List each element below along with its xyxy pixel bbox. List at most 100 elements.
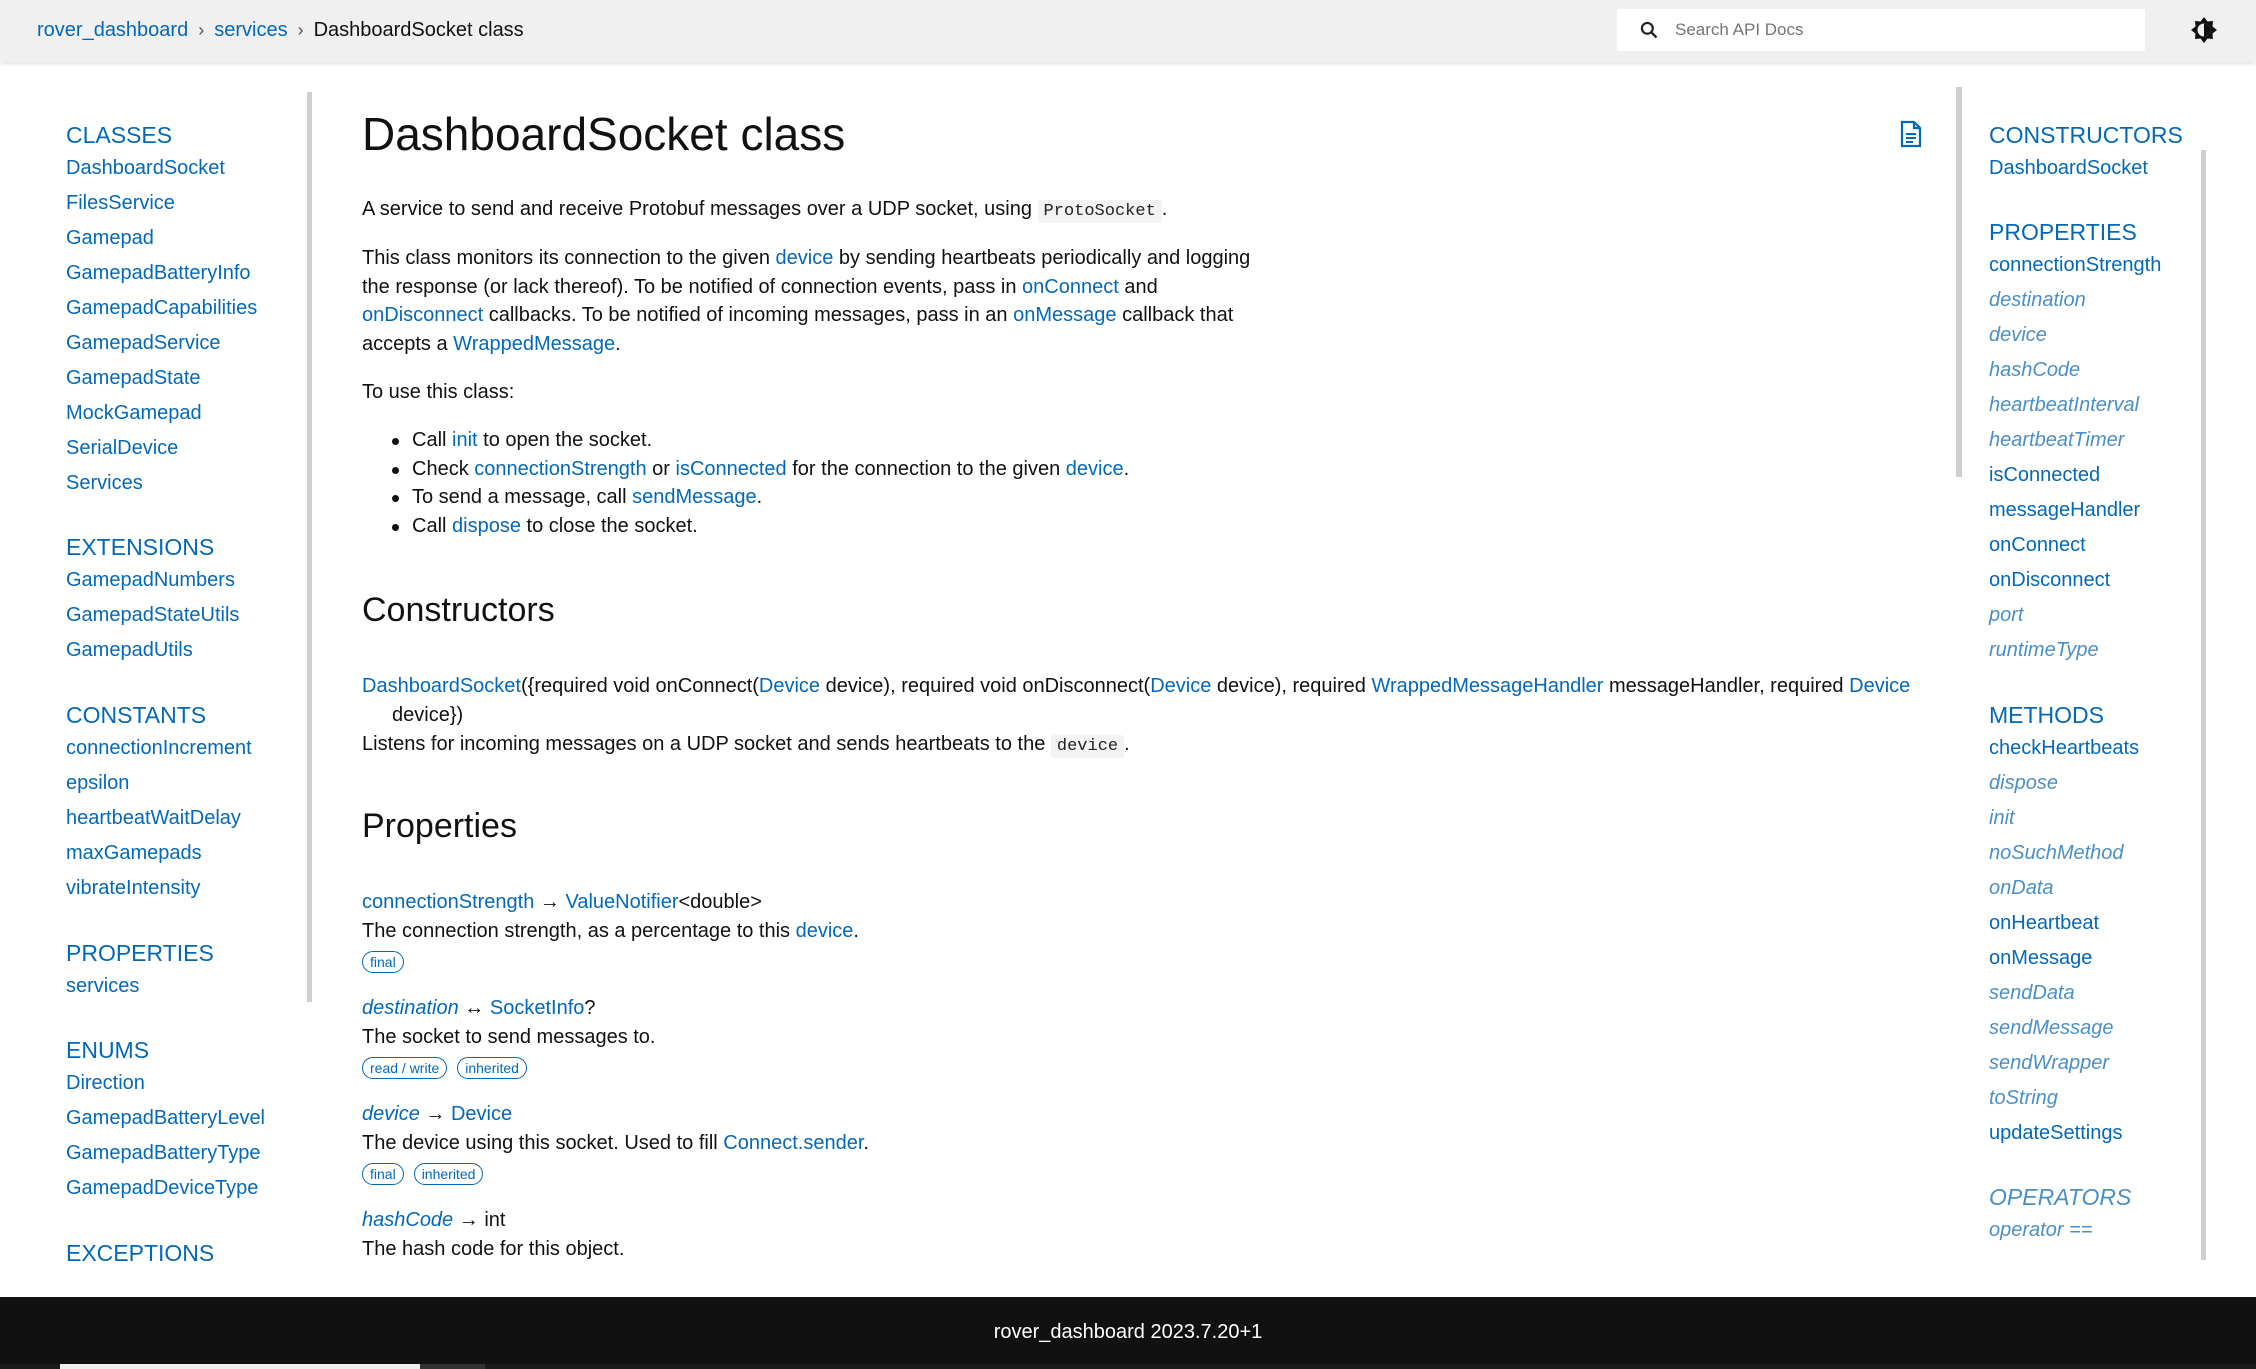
list-item: Call dispose to close the socket. [362, 512, 1129, 541]
sidebar-item-connectionincrement[interactable]: connectionIncrement [66, 737, 252, 760]
toc-item-onheartbeat[interactable]: onHeartbeat [1989, 912, 2099, 935]
sidebar-section-classes: CLASSES [66, 122, 173, 148]
sidebar-item-services[interactable]: services [66, 975, 139, 998]
arrow: ↔ [458, 997, 490, 1019]
link-type-wrappedmessagehandler[interactable]: WrappedMessageHandler [1371, 675, 1603, 697]
toc-item-checkheartbeats[interactable]: checkHeartbeats [1989, 737, 2139, 760]
search-box[interactable] [1617, 9, 2145, 51]
link-prop-destination[interactable]: destination [362, 997, 459, 1019]
sig-text: device), required [1211, 675, 1372, 697]
toc-item-hashcode[interactable]: hashCode [1989, 359, 2080, 382]
toc-item-connectionstrength[interactable]: connectionStrength [1989, 254, 2161, 277]
sidebar-item-gamepaddevicetype[interactable]: GamepadDeviceType [66, 1177, 258, 1200]
sidebar-item-services-class[interactable]: Services [66, 472, 143, 495]
sidebar-item-gamepadbatterylevel[interactable]: GamepadBatteryLevel [66, 1107, 265, 1130]
toc-item-heartbeattimer[interactable]: heartbeatTimer [1989, 429, 2124, 452]
toc-item-ondata[interactable]: onData [1989, 877, 2054, 900]
link-device[interactable]: device [796, 920, 854, 942]
desc-text: and [1118, 275, 1158, 298]
sidebar-item-filesservice[interactable]: FilesService [66, 192, 175, 215]
right-sidebar-scrollbar[interactable] [1956, 87, 1962, 477]
main-content: DashboardSocket class A service to send … [362, 62, 1922, 1297]
link-device[interactable]: device [1066, 458, 1124, 480]
toc-item-heartbeatinterval[interactable]: heartbeatInterval [1989, 394, 2139, 417]
footer-version: rover_dashboard 2023.7.20+1 [993, 1321, 1263, 1343]
sidebar-item-gamepadstateutils[interactable]: GamepadStateUtils [66, 604, 239, 627]
left-sidebar-scrollbar[interactable] [307, 92, 312, 1002]
toc-item-dashboardsocket[interactable]: DashboardSocket [1989, 157, 2148, 180]
sig-text: device), required void onDisconnect( [820, 675, 1151, 697]
toc-item-runtimetype[interactable]: runtimeType [1989, 639, 2099, 662]
link-device[interactable]: device [776, 247, 834, 269]
toc-item-senddata[interactable]: sendData [1989, 982, 2075, 1005]
link-onmessage[interactable]: onMessage [1013, 304, 1116, 326]
link-init[interactable]: init [452, 429, 478, 451]
toc-item-port[interactable]: port [1989, 604, 2023, 627]
sidebar-item-mockgamepad[interactable]: MockGamepad [66, 402, 202, 425]
sidebar-item-heartbeatwaitdelay[interactable]: heartbeatWaitDelay [66, 807, 241, 830]
document-icon[interactable] [1899, 120, 1922, 148]
sidebar-item-gamepadnumbers[interactable]: GamepadNumbers [66, 569, 235, 592]
link-wrappedmessage[interactable]: WrappedMessage [453, 333, 615, 355]
sidebar-item-gamepadservice[interactable]: GamepadService [66, 332, 221, 355]
sidebar-item-direction[interactable]: Direction [66, 1072, 145, 1095]
taskbar-strip [0, 1364, 2256, 1369]
sidebar-item-serialdevice[interactable]: SerialDevice [66, 437, 178, 460]
link-prop-device[interactable]: device [362, 1103, 420, 1125]
toc-item-onconnect[interactable]: onConnect [1989, 534, 2086, 557]
link-type-device[interactable]: Device [1150, 675, 1211, 697]
sidebar-item-gamepadbatterytype[interactable]: GamepadBatteryType [66, 1142, 261, 1165]
theme-toggle-icon[interactable] [2189, 15, 2219, 45]
toc-item-init[interactable]: init [1989, 807, 2015, 830]
sidebar-item-dashboardsocket[interactable]: DashboardSocket [66, 157, 225, 180]
sidebar-item-gamepadcapabilities[interactable]: GamepadCapabilities [66, 297, 257, 320]
sidebar-section-extensions: EXTENSIONS [66, 534, 215, 560]
sidebar-section-exceptions: EXCEPTIONS [66, 1240, 215, 1266]
toc-item-device[interactable]: device [1989, 324, 2047, 347]
toc-item-operator-equals[interactable]: operator == [1989, 1219, 2092, 1242]
link-connectionstrength[interactable]: connectionStrength [474, 458, 646, 480]
toc-item-onmessage[interactable]: onMessage [1989, 947, 2092, 970]
toc-item-ondisconnect[interactable]: onDisconnect [1989, 569, 2110, 592]
link-connect-sender[interactable]: Connect.sender [723, 1132, 863, 1154]
breadcrumb-library[interactable]: services [214, 19, 287, 42]
link-sendmessage[interactable]: sendMessage [632, 486, 757, 508]
link-type-device[interactable]: Device [1849, 675, 1910, 697]
toc-item-sendwrapper[interactable]: sendWrapper [1989, 1052, 2109, 1075]
list-text: to open the socket. [477, 429, 653, 451]
toc-item-sendmessage[interactable]: sendMessage [1989, 1017, 2114, 1040]
toc-item-isconnected[interactable]: isConnected [1989, 464, 2100, 487]
link-prop-connectionstrength[interactable]: connectionStrength [362, 891, 534, 913]
sidebar-item-maxgamepads[interactable]: maxGamepads [66, 842, 202, 865]
link-type-valuenotifier[interactable]: ValueNotifier [565, 891, 678, 913]
link-isconnected[interactable]: isConnected [676, 458, 787, 480]
toc-item-messagehandler[interactable]: messageHandler [1989, 499, 2140, 522]
sidebar-item-epsilon[interactable]: epsilon [66, 772, 129, 795]
toc-item-nosuchmethod[interactable]: noSuchMethod [1989, 842, 2124, 865]
link-constructor-dashboardsocket[interactable]: DashboardSocket [362, 675, 521, 697]
toc-item-tostring[interactable]: toString [1989, 1087, 2058, 1110]
sidebar-item-gamepad[interactable]: Gamepad [66, 227, 154, 250]
sidebar-item-gamepadstate[interactable]: GamepadState [66, 367, 201, 390]
sidebar-item-gamepadbatteryinfo[interactable]: GamepadBatteryInfo [66, 262, 251, 285]
toc-item-dispose[interactable]: dispose [1989, 772, 2058, 795]
property-badges: final [362, 948, 1922, 977]
list-text: for the connection to the given [786, 457, 1066, 480]
link-type-device[interactable]: Device [451, 1103, 512, 1125]
sidebar-item-vibrateintensity[interactable]: vibrateIntensity [66, 877, 201, 900]
link-ondisconnect[interactable]: onDisconnect [362, 304, 483, 326]
search-input[interactable] [1675, 20, 2115, 40]
toc-item-destination[interactable]: destination [1989, 289, 2086, 312]
link-type-device[interactable]: Device [759, 675, 820, 697]
link-dispose[interactable]: dispose [452, 515, 521, 537]
sidebar-item-gamepadutils[interactable]: GamepadUtils [66, 639, 193, 662]
badge-final: final [362, 951, 404, 973]
link-prop-hashcode[interactable]: hashCode [362, 1209, 453, 1231]
constructor-description: Listens for incoming messages on a UDP s… [362, 730, 1922, 762]
link-onconnect[interactable]: onConnect [1022, 276, 1119, 298]
right-sidebar-scrollbar-track[interactable] [2201, 150, 2206, 1260]
taskbar-segment [60, 1364, 420, 1369]
link-type-socketinfo[interactable]: SocketInfo [490, 997, 585, 1019]
toc-item-updatesettings[interactable]: updateSettings [1989, 1122, 2122, 1145]
breadcrumb-package[interactable]: rover_dashboard [37, 19, 188, 42]
